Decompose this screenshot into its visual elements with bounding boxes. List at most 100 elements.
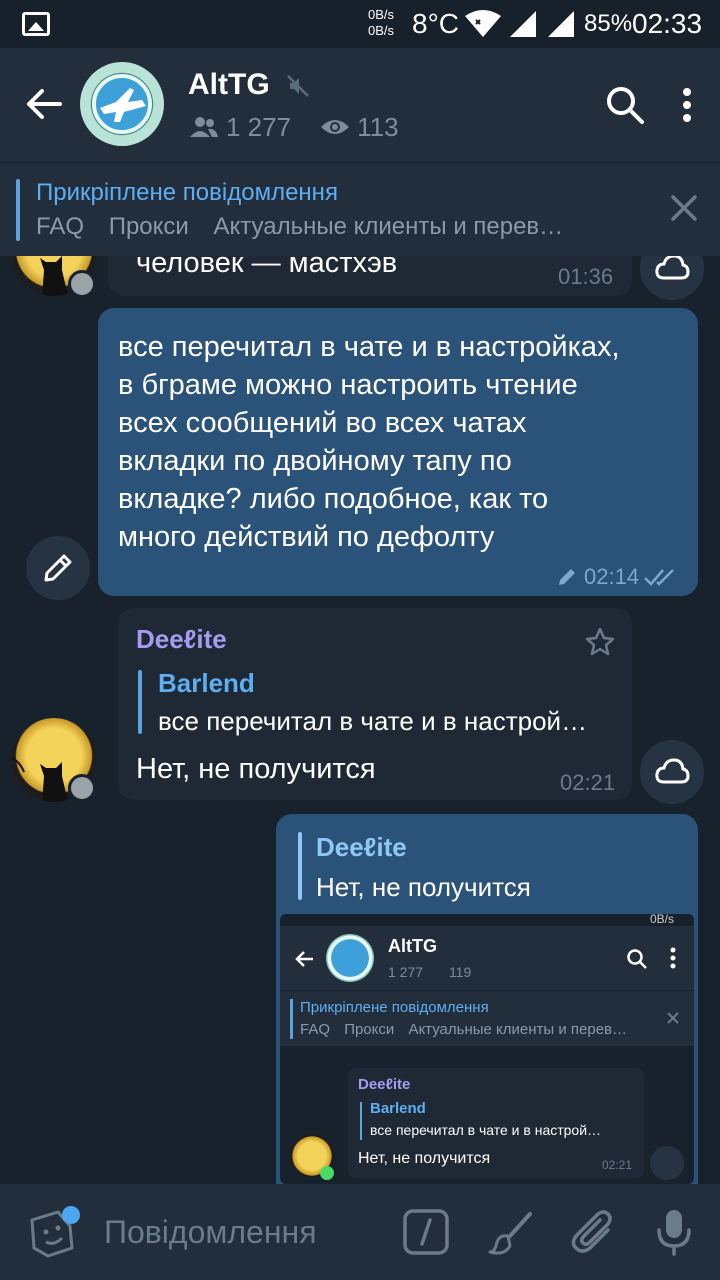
chat-subtitle: 1 277 119 xyxy=(388,964,471,980)
screenshot-status-bar: 0B/s xyxy=(280,914,694,926)
pencil-icon xyxy=(44,554,72,582)
chat-title[interactable]: AltTG xyxy=(188,68,270,102)
message-bubble: Deeℓite Barlend все перечитал в чате и в… xyxy=(348,1068,644,1178)
pinned-accent-bar xyxy=(290,999,293,1039)
status-indicator xyxy=(68,270,96,298)
sender-name[interactable]: Deeℓite xyxy=(136,624,227,655)
chat-header: AltTG 1 277 113 xyxy=(0,48,720,162)
pinned-title: Прикріплене повідомлення xyxy=(36,179,338,206)
back-arrow-icon xyxy=(295,951,313,967)
temperature: 8°C xyxy=(412,8,459,39)
gallery-icon xyxy=(22,12,50,36)
wifi-icon xyxy=(465,10,501,37)
message-bubble[interactable]: человек — мастхэв 01:36 xyxy=(108,256,632,296)
members-count: 1 277 xyxy=(388,964,424,980)
eye-icon xyxy=(321,120,350,134)
message-line: вкладке? либо подобное, как то xyxy=(118,483,549,515)
pinned-message-bar[interactable]: Прикріплене повідомлення FAQ Прокси Акту… xyxy=(0,162,720,256)
message-text: Нет, не получится xyxy=(358,1150,491,1167)
message-time: 02:21 xyxy=(602,1158,633,1172)
pinned-item: Прокси xyxy=(108,213,189,240)
reply-accent-bar xyxy=(360,1102,362,1140)
message-time: 02:14 xyxy=(584,564,640,589)
double-check-icon xyxy=(644,569,674,586)
pinned-text: FAQ Прокси Актуальные клиенты и перев… xyxy=(36,213,636,241)
star-icon[interactable] xyxy=(584,626,616,658)
battery-level: 85% xyxy=(584,10,633,37)
pinned-title: Прикріплене повідомлення xyxy=(300,999,489,1016)
message-input-bar: Повідомлення xyxy=(0,1184,720,1280)
status-indicator xyxy=(68,774,96,802)
clock: 02:33 xyxy=(632,8,703,39)
message-text: все перечитал в чате и в настройках, в б… xyxy=(118,328,688,556)
pinned-item: Прокси xyxy=(344,1021,395,1038)
reply-text: все перечитал в чате и в настрой… xyxy=(158,706,588,736)
message-list[interactable]: человек — мастхэв 01:36 все перечитал в … xyxy=(0,256,720,1184)
share-button[interactable] xyxy=(640,256,704,300)
new-stickers-badge xyxy=(62,1206,80,1224)
pinned-item: FAQ xyxy=(300,1021,331,1038)
cloud-icon xyxy=(655,256,690,280)
reply-accent-bar xyxy=(138,670,142,734)
message-time: 02:21 xyxy=(560,770,616,795)
mute-icon xyxy=(287,75,309,97)
message-text: человек — мастхэв xyxy=(136,256,398,279)
cloud-icon xyxy=(655,758,690,784)
brush-icon[interactable] xyxy=(488,1208,536,1256)
screenshot-pinned-bar: Прикріплене повідомлення FAQ Прокси Акту… xyxy=(280,990,694,1046)
jet-icon xyxy=(100,88,146,122)
chat-subtitle: 1 277 113 xyxy=(188,110,427,144)
pinned-text: FAQ Прокси Актуальные клиенты и перев… xyxy=(300,1021,627,1038)
message-line: все перечитал в чате и в настройках, xyxy=(118,331,620,363)
message-line: всех сообщений во всех чатах xyxy=(118,407,527,439)
edit-button[interactable] xyxy=(26,536,90,600)
message-bubble-outgoing[interactable]: все перечитал в чате и в настройках, в б… xyxy=(98,308,698,596)
close-icon[interactable] xyxy=(668,192,700,224)
pinned-item: Актуальные клиенты и перев… xyxy=(408,1021,627,1038)
online-count: 113 xyxy=(357,111,399,142)
more-menu-icon xyxy=(670,947,676,969)
message-line: вкладки по двойному тапу по xyxy=(118,445,512,477)
message-meta: 02:14 xyxy=(556,564,677,590)
network-rate: 0B/s 0B/s xyxy=(368,7,394,39)
microphone-icon[interactable] xyxy=(654,1208,694,1256)
message-line: в бграме можно настроить чтение xyxy=(118,369,578,401)
rate-up: 0B/s xyxy=(368,7,395,22)
reply-author: Barlend xyxy=(370,1100,426,1117)
share-button xyxy=(650,1146,684,1180)
chat-title: AltTG xyxy=(388,936,437,956)
online-count: 119 xyxy=(448,964,472,980)
message-time: 01:36 xyxy=(558,264,614,289)
signal-icon xyxy=(510,11,536,37)
sender-name: Deeℓite xyxy=(358,1076,411,1093)
message-bubble[interactable]: Deeℓite Barlend все перечитал в чате и в… xyxy=(118,608,632,800)
message-input[interactable]: Повідомлення xyxy=(104,1214,317,1251)
message-line: много действий по дефолту xyxy=(118,521,495,553)
reply-author: Barlend xyxy=(158,668,255,698)
channel-avatar xyxy=(326,934,374,982)
reply-author: Deeℓite xyxy=(316,832,407,862)
pinned-item: Актуальные клиенты и перев… xyxy=(213,213,564,240)
members-count: 1 277 xyxy=(226,111,292,142)
pinned-accent-bar xyxy=(16,179,20,241)
bot-command-icon[interactable] xyxy=(402,1208,450,1256)
signal-icon-2 xyxy=(548,11,574,37)
message-text: Нет, не получится xyxy=(136,753,376,785)
screenshot-header: AltTG 1 277 119 xyxy=(280,926,694,990)
more-menu-icon[interactable] xyxy=(672,84,702,126)
rate-down: 0B/s xyxy=(368,23,395,38)
attach-icon[interactable] xyxy=(570,1208,618,1256)
reply-text: Нет, не получится xyxy=(316,872,531,902)
reply-text: все перечитал в чате и в настрой… xyxy=(370,1122,602,1138)
reply-accent-bar xyxy=(298,832,302,900)
channel-avatar[interactable] xyxy=(80,62,164,146)
attached-screenshot[interactable]: 0B/s AltTG 1 277 119 Прикріплене повідом… xyxy=(280,914,694,1184)
close-icon xyxy=(667,1012,679,1024)
share-button[interactable] xyxy=(640,740,704,804)
back-arrow-icon[interactable] xyxy=(20,80,68,128)
search-icon[interactable] xyxy=(604,84,646,126)
search-icon xyxy=(627,949,647,969)
pinned-item: FAQ xyxy=(36,213,85,240)
edited-pencil-icon xyxy=(559,569,575,585)
screenshot-messages: Deeℓite Barlend все перечитал в чате и в… xyxy=(280,1046,694,1184)
